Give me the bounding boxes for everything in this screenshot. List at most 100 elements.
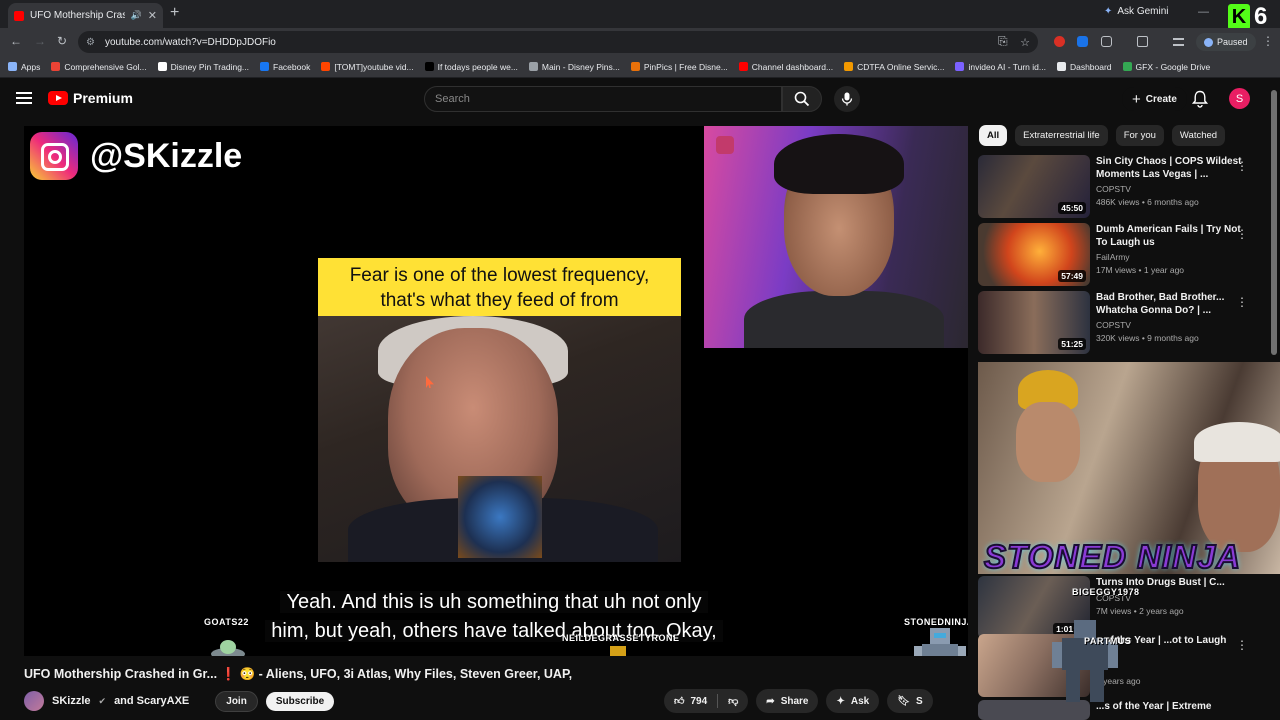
extensions-puzzle-icon[interactable] [1101,36,1112,47]
bookmark-item[interactable]: Apps [8,62,40,72]
bookmark-item[interactable]: If todays people we... [424,62,518,72]
chip-extraterrestrial-life[interactable]: Extraterrestrial life [1015,125,1108,146]
create-button[interactable]: + Create [1122,87,1187,111]
ironman-sprite-icon [610,646,626,656]
bookmark-star-icon[interactable]: ☆ [1020,36,1030,49]
browser-toolbar: ← → ↻ ⚙ youtube.com/watch?v=DHDDpJDOFio … [0,28,1280,56]
channel-name[interactable]: SKizzle [52,695,91,707]
bookmark-item[interactable]: Main - Disney Pins... [528,61,620,72]
recommendation-item[interactable]: 45:50 Sin City Chaos | COPS Wildest Mome… [978,155,1258,219]
bookmark-favicon-icon [1056,62,1066,71]
recommendation-channel[interactable]: COPSTV [1096,320,1131,330]
bookmark-favicon-icon [51,62,61,71]
streamer-webcam [704,126,968,348]
more-actions-icon[interactable]: ⋮ [1236,227,1248,241]
new-tab-icon[interactable]: + [170,4,179,22]
bookmark-label: [TOMT]youtube vid... [334,61,414,72]
site-info-icon[interactable]: ⚙ [86,37,95,48]
like-icon[interactable]: 👍︎ [674,695,684,707]
video-actions: 👍︎ 794 👎︎ ➦ Share ✦ Ask 🔖︎ S [664,689,933,713]
ask-gemini-button[interactable]: ✦ Ask Gemini [1104,6,1169,17]
collab-channel[interactable]: and ScaryAXE [114,695,189,707]
side-panel-icon[interactable] [1137,36,1148,47]
recommendation-title[interactable]: Sin City Chaos | COPS Wildest Moments La… [1096,155,1246,181]
more-actions-icon[interactable]: ⋮ [1236,159,1248,173]
save-button[interactable]: 🔖︎ S [887,689,933,713]
bookmark-item[interactable]: Comprehensive Gol... [51,62,147,72]
voice-search-button[interactable] [834,86,860,112]
minimize-icon[interactable]: — [1198,6,1209,18]
more-actions-icon[interactable]: ⋮ [1236,295,1248,309]
subscribe-button[interactable]: Subscribe [265,691,335,711]
bookmark-favicon-icon [630,62,640,71]
bookmark-favicon-icon [738,62,748,71]
speaker-icon[interactable]: 🔊 [131,10,142,21]
caption-line1: Yeah. And this is uh something that uh n… [280,591,708,613]
channel-avatar[interactable] [24,691,44,711]
recommendation-channel[interactable]: COPSTV [1096,184,1131,194]
forward-icon[interactable]: → [34,34,46,48]
profile-paused-chip[interactable]: Paused [1196,33,1256,51]
bell-icon [1191,90,1209,108]
recommendation-channel[interactable]: FailArmy [1096,252,1130,262]
bookmark-favicon-icon [260,62,270,71]
bookmark-item[interactable]: PinPics | Free Disne... [630,62,728,72]
account-avatar[interactable]: S [1229,88,1250,109]
recommendation-item[interactable]: 57:49 Dumb American Fails | Try Not To L… [978,223,1258,287]
bookmark-item[interactable]: GFX - Google Drive [1122,62,1210,72]
page-scrollbar[interactable] [1271,90,1277,355]
dislike-icon[interactable]: 👎︎ [728,695,738,707]
bookmark-item[interactable]: Dashboard [1056,61,1112,72]
avatar-letter: S [1235,92,1244,105]
bookmark-item[interactable]: [TOMT]youtube vid... [321,61,414,72]
recommendation-title[interactable]: Bad Brother, Bad Brother... Whatcha Gonn… [1096,291,1246,317]
recommendation-meta: 486K views • 6 months ago [1096,197,1199,207]
search-placeholder: Search [435,93,470,105]
chip-all[interactable]: All [979,125,1008,146]
ask-button[interactable]: ✦ Ask [826,689,880,713]
media-controls-icon[interactable] [1173,38,1184,46]
youtube-premium-logo[interactable]: Premium [48,90,133,106]
video-player[interactable]: @SKizzle Fear is one of the lowest frequ… [24,126,968,656]
bookmark-item[interactable]: Facebook [260,62,310,72]
join-button[interactable]: Join [215,690,258,712]
bookmark-item[interactable]: Disney Pin Trading... [157,62,249,72]
bookmark-label: Dashboard [1069,61,1112,72]
video-thumbnail[interactable]: 51:25 [978,291,1090,354]
search-button[interactable] [782,86,822,112]
stoned-ninja-banner: STONED NINJA [983,537,1242,576]
extension-blue-icon[interactable] [1077,36,1088,47]
bookmark-item[interactable]: invideo AI - Turn id... [955,62,1046,72]
video-thumbnail[interactable]: 57:49 [978,223,1090,286]
bookmark-item[interactable]: CDTFA Online Servic... [844,62,944,72]
bookmark-label: Facebook [273,61,311,72]
close-tab-icon[interactable]: ✕ [148,9,157,22]
chip-for-you[interactable]: For you [1115,125,1164,146]
bookmark-label: Main - Disney Pins... [541,61,620,72]
mech-sprite-icon [1052,620,1118,702]
extension-red-icon[interactable] [1054,36,1065,47]
kick-count: 6 [1254,3,1268,30]
recommendation-item[interactable]: 51:25 Bad Brother, Bad Brother... Whatch… [978,291,1258,355]
save-label: S [915,695,923,707]
guide-menu-icon[interactable] [16,92,32,104]
back-icon[interactable]: ← [10,34,22,48]
recommendation-title[interactable]: Dumb American Fails | Try Not To Laugh u… [1096,223,1246,249]
more-actions-icon[interactable]: ⋮ [1236,638,1248,652]
chip-watched[interactable]: Watched [1171,125,1226,146]
share-button[interactable]: ➦ Share [756,689,819,713]
video-thumbnail[interactable]: 45:50 [978,155,1090,218]
like-count[interactable]: 794 [690,696,707,707]
install-app-icon[interactable]: ⎘ [998,34,1008,49]
chrome-menu-icon[interactable]: ⋮ [1262,34,1274,48]
address-bar[interactable]: ⚙ youtube.com/watch?v=DHDDpJDOFio ☆ [78,31,1038,53]
reload-icon[interactable]: ↻ [57,34,67,48]
search-input[interactable]: Search [424,86,782,112]
browser-tab[interactable]: UFO Mothership Crashed in 🔊 ✕ [8,3,163,28]
webcam-body [744,291,944,348]
recommendation-meta: 17M views • 1 year ago [1096,265,1185,275]
bookmark-item[interactable]: Channel dashboard... [738,62,833,72]
recommendation-meta: 7M views • 2 years ago [1096,606,1184,616]
notifications-button[interactable] [1191,90,1209,113]
url-text: youtube.com/watch?v=DHDDpJDOFio [104,36,276,48]
